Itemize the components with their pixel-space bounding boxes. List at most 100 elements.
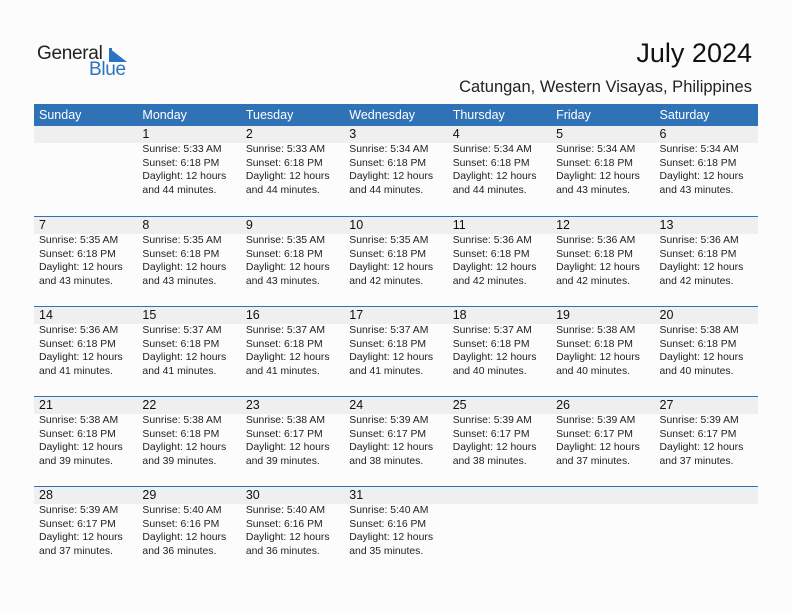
daylight-hours: Daylight: 12 hours: [39, 442, 123, 453]
day-cell: 24 Sunrise: 5:39 AM Sunset: 6:17 PM Dayligh…: [344, 397, 447, 468]
day-cell: 15 Sunrise: 5:37 AM Sunset: 6:18 PM Dayligh…: [137, 307, 240, 378]
day-number: 3: [349, 127, 357, 141]
sunset-time: Sunset: 6:18 PM: [659, 338, 737, 350]
weekday-tuesday: Tuesday: [245, 108, 294, 122]
day-number: 30: [245, 488, 260, 502]
sunset-time: Sunset: 6:18 PM: [39, 338, 116, 350]
sunset-time: Sunset: 6:16 PM: [142, 518, 220, 530]
sunset-time: Sunset: 6:18 PM: [245, 338, 323, 350]
sunrise-time: Sunrise: 5:38 AM: [142, 415, 222, 426]
sunrise-time: Sunrise: 5:35 AM: [39, 235, 119, 246]
day-number: 10: [349, 218, 364, 232]
daylight-minutes: and 37 minutes.: [659, 455, 734, 467]
daylight-hours: Daylight: 12 hours: [349, 442, 434, 453]
logo: General Blue: [37, 43, 137, 83]
empty-day-cell: [448, 487, 551, 558]
day-cell: 12 Sunrise: 5:36 AM Sunset: 6:18 PM Dayligh…: [551, 217, 654, 288]
day-number: 23: [245, 398, 260, 412]
weekday-sunday: Sunday: [39, 108, 82, 122]
sunset-time: Sunset: 6:18 PM: [349, 157, 427, 169]
daylight-minutes: and 40 minutes.: [452, 365, 527, 377]
day-number: 22: [142, 398, 157, 412]
sunset-time: Sunset: 6:18 PM: [245, 157, 323, 169]
day-number: 6: [659, 127, 667, 141]
daylight-hours: Daylight: 12 hours: [142, 171, 227, 182]
sunset-time: Sunset: 6:18 PM: [349, 248, 427, 260]
daylight-minutes: and 41 minutes.: [39, 365, 113, 377]
daylight-hours: Daylight: 12 hours: [245, 171, 330, 182]
day-cell: 28 Sunrise: 5:39 AM Sunset: 6:17 PM Dayligh…: [34, 487, 137, 558]
day-cell: 16 Sunrise: 5:37 AM Sunset: 6:18 PM Dayligh…: [241, 307, 344, 378]
daylight-hours: Daylight: 12 hours: [245, 442, 330, 453]
daylight-hours: Daylight: 12 hours: [39, 532, 123, 543]
sunset-time: Sunset: 6:17 PM: [659, 428, 737, 440]
daylight-hours: Daylight: 12 hours: [245, 352, 330, 363]
daylight-minutes: and 43 minutes.: [39, 275, 113, 287]
daylight-hours: Daylight: 12 hours: [349, 532, 434, 543]
day-number: 27: [659, 398, 674, 412]
sunrise-time: Sunrise: 5:37 AM: [452, 325, 532, 336]
sunrise-time: Sunrise: 5:39 AM: [452, 415, 532, 426]
day-number: 19: [556, 308, 571, 322]
day-cell: 22 Sunrise: 5:38 AM Sunset: 6:18 PM Dayligh…: [137, 397, 240, 468]
sunset-time: Sunset: 6:16 PM: [245, 518, 323, 530]
daylight-minutes: and 37 minutes.: [39, 545, 113, 557]
sunset-time: Sunset: 6:18 PM: [142, 248, 220, 260]
daylight-minutes: and 36 minutes.: [245, 545, 320, 557]
daylight-minutes: and 43 minutes.: [245, 275, 320, 287]
daylight-hours: Daylight: 12 hours: [142, 352, 227, 363]
sunrise-time: Sunrise: 5:38 AM: [39, 415, 119, 426]
sunset-time: Sunset: 6:18 PM: [142, 428, 220, 440]
week-cells: 28 Sunrise: 5:39 AM Sunset: 6:17 PM Dayligh…: [34, 487, 758, 558]
day-cell: 6 Sunrise: 5:34 AM Sunset: 6:18 PM Daylight…: [655, 126, 758, 197]
sunset-time: Sunset: 6:18 PM: [142, 157, 220, 169]
daylight-minutes: and 44 minutes.: [452, 184, 527, 196]
day-cell: 10 Sunrise: 5:35 AM Sunset: 6:18 PM Dayligh…: [344, 217, 447, 288]
daylight-hours: Daylight: 12 hours: [556, 262, 640, 273]
weekday-thursday: Thursday: [452, 108, 505, 122]
day-number: 12: [556, 218, 571, 232]
daylight-minutes: and 42 minutes.: [659, 275, 734, 287]
daylight-minutes: and 44 minutes.: [245, 184, 320, 196]
day-number: 28: [39, 488, 53, 502]
daylight-minutes: and 42 minutes.: [452, 275, 527, 287]
sunrise-time: Sunrise: 5:38 AM: [245, 415, 325, 426]
week-row: 7 Sunrise: 5:35 AM Sunset: 6:18 PM Daylight…: [34, 216, 758, 306]
page-title: July 2024: [636, 38, 752, 68]
sunset-time: Sunset: 6:18 PM: [556, 338, 633, 350]
sunset-time: Sunset: 6:18 PM: [659, 157, 737, 169]
day-cell: 11 Sunrise: 5:36 AM Sunset: 6:18 PM Dayligh…: [448, 217, 551, 288]
daylight-minutes: and 38 minutes.: [452, 455, 527, 467]
day-number: 13: [659, 218, 674, 232]
daylight-minutes: and 44 minutes.: [349, 184, 424, 196]
daylight-hours: Daylight: 12 hours: [349, 262, 434, 273]
sunrise-time: Sunrise: 5:38 AM: [556, 325, 636, 336]
sunrise-time: Sunrise: 5:36 AM: [556, 235, 636, 246]
day-number: 24: [349, 398, 364, 412]
day-cell: 8 Sunrise: 5:35 AM Sunset: 6:18 PM Daylight…: [137, 217, 240, 288]
daylight-hours: Daylight: 12 hours: [39, 262, 123, 273]
sunset-time: Sunset: 6:17 PM: [349, 428, 427, 440]
daylight-minutes: and 39 minutes.: [245, 455, 320, 467]
day-number: 25: [452, 398, 467, 412]
day-number: 18: [452, 308, 467, 322]
week-cells: 1 Sunrise: 5:33 AM Sunset: 6:18 PM Daylight…: [34, 126, 758, 197]
sunrise-time: Sunrise: 5:36 AM: [659, 235, 739, 246]
sunrise-time: Sunrise: 5:33 AM: [245, 144, 325, 155]
daylight-minutes: and 37 minutes.: [556, 455, 631, 467]
daylight-hours: Daylight: 12 hours: [142, 532, 227, 543]
day-number: 1: [142, 127, 150, 141]
day-cell: 9 Sunrise: 5:35 AM Sunset: 6:18 PM Daylight…: [241, 217, 344, 288]
weekday-header-row: Sunday Monday Tuesday Wednesday Thursday…: [34, 104, 758, 126]
sunrise-time: Sunrise: 5:39 AM: [659, 415, 739, 426]
sunset-time: Sunset: 6:18 PM: [452, 248, 530, 260]
daylight-hours: Daylight: 12 hours: [142, 442, 227, 453]
day-cell: 26 Sunrise: 5:39 AM Sunset: 6:17 PM Dayligh…: [551, 397, 654, 468]
empty-day-cell: [655, 487, 758, 558]
day-cell: 17 Sunrise: 5:37 AM Sunset: 6:18 PM Dayligh…: [344, 307, 447, 378]
day-cell: 29 Sunrise: 5:40 AM Sunset: 6:16 PM Dayligh…: [137, 487, 240, 558]
daylight-hours: Daylight: 12 hours: [245, 262, 330, 273]
sunset-time: Sunset: 6:18 PM: [452, 338, 530, 350]
sunrise-time: Sunrise: 5:34 AM: [659, 144, 739, 155]
daylight-hours: Daylight: 12 hours: [556, 171, 640, 182]
